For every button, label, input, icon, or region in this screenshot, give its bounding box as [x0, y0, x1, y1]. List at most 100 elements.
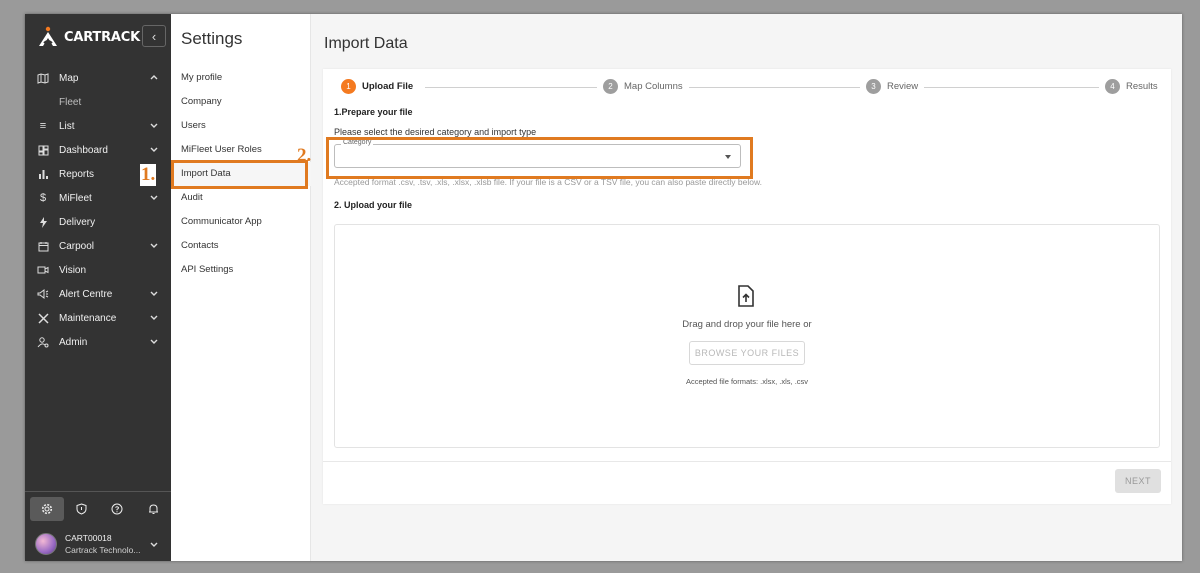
avatar: [35, 533, 57, 555]
step-map-columns: 2 Map Columns: [597, 79, 689, 94]
sidebar-item-label: Carpool: [59, 240, 95, 252]
settings-item-mifleet-user-roles[interactable]: MiFleet User Roles: [171, 138, 311, 162]
step-number: 3: [866, 79, 881, 94]
prepare-title: 1.Prepare your file: [334, 107, 413, 117]
app-window: CARTRACK ‹ Map Fleet ≡ List Dashboard Re…: [25, 14, 1182, 561]
settings-panel: Settings My profile Company Users MiFlee…: [171, 14, 311, 561]
upload-title: 2. Upload your file: [334, 200, 413, 210]
step-number: 2: [603, 79, 618, 94]
shield-icon: [76, 503, 87, 515]
chevron-down-icon: [150, 195, 158, 200]
browse-files-button[interactable]: BROWSE YOUR FILES: [689, 341, 805, 365]
admin-icon: [37, 336, 49, 348]
bar-chart-icon: [37, 168, 49, 180]
file-upload-icon: [738, 285, 754, 307]
annotation-box-2: [326, 137, 753, 179]
sidebar-item-maintenance[interactable]: Maintenance: [25, 306, 171, 330]
list-icon: ≡: [39, 120, 47, 132]
instruction-text: Please select the desired category and i…: [334, 127, 537, 137]
step-upload-file: 1 Upload File: [341, 79, 420, 94]
user-menu[interactable]: CART00018 Cartrack Technolo...: [25, 526, 171, 561]
user-id: CART00018: [65, 533, 112, 543]
chevron-down-icon: [150, 243, 158, 248]
sidebar-item-list[interactable]: ≡ List: [25, 114, 171, 138]
step-connector: [425, 87, 610, 88]
help-icon: [111, 503, 123, 515]
settings-title: Settings: [181, 29, 243, 48]
settings-item-contacts[interactable]: Contacts: [171, 234, 311, 258]
step-label: Upload File: [362, 81, 414, 92]
sidebar-item-vision[interactable]: Vision: [25, 258, 171, 282]
step-review: 3 Review: [860, 79, 925, 94]
user-company: Cartrack Technolo...: [65, 545, 141, 555]
chevron-left-icon: ‹: [151, 28, 157, 44]
file-dropzone[interactable]: Drag and drop your file here or BROWSE Y…: [334, 224, 1160, 448]
bell-icon: [148, 504, 158, 514]
sidebar: CARTRACK ‹ Map Fleet ≡ List Dashboard Re…: [25, 14, 171, 561]
step-connector: [689, 87, 875, 88]
sidebar-item-map[interactable]: Map: [25, 66, 171, 90]
sidebar-item-label: Maintenance: [59, 312, 117, 324]
map-icon: [37, 72, 49, 84]
help-button[interactable]: [100, 497, 136, 521]
next-button[interactable]: NEXT: [1115, 469, 1161, 493]
calendar-icon: [37, 240, 49, 252]
settings-item-my-profile[interactable]: My profile: [171, 66, 311, 90]
sidebar-nav: Map Fleet ≡ List Dashboard Reports $ MiF…: [25, 66, 171, 354]
sidebar-item-label: Vision: [59, 264, 87, 276]
dollar-icon: $: [39, 192, 47, 204]
sidebar-item-label: Fleet: [59, 96, 82, 108]
step-label: Map Columns: [624, 81, 683, 92]
megaphone-icon: [37, 288, 49, 300]
settings-item-company[interactable]: Company: [171, 90, 311, 114]
chevron-down-icon: [150, 339, 158, 344]
page-title: Import Data: [324, 35, 408, 52]
settings-item-api-settings[interactable]: API Settings: [171, 258, 311, 282]
step-label: Review: [887, 81, 919, 92]
logo-text: CARTRACK: [64, 29, 140, 45]
sidebar-item-label: List: [59, 120, 75, 132]
settings-item-users[interactable]: Users: [171, 114, 311, 138]
settings-item-audit[interactable]: Audit: [171, 186, 311, 210]
privacy-button[interactable]: [64, 497, 100, 521]
tools-icon: [37, 312, 49, 324]
sidebar-item-label: Map: [59, 72, 79, 84]
dropzone-text: Drag and drop your file here or: [682, 319, 812, 330]
sidebar-item-label: MiFleet: [59, 192, 92, 204]
step-label: Results: [1126, 81, 1158, 92]
sidebar-item-label: Delivery: [59, 216, 96, 228]
import-card: 1 Upload File 2 Map Columns 3 Review 4 R…: [323, 69, 1171, 504]
chevron-up-icon: [150, 75, 158, 80]
step-connector: [923, 87, 1103, 88]
sidebar-item-delivery[interactable]: Delivery: [25, 210, 171, 234]
settings-button[interactable]: [30, 497, 64, 521]
chevron-down-icon: [150, 542, 158, 547]
chevron-down-icon: [150, 291, 158, 296]
sidebar-item-admin[interactable]: Admin: [25, 330, 171, 354]
sidebar-item-fleet[interactable]: Fleet: [25, 90, 171, 114]
sidebar-item-label: Reports: [59, 168, 95, 180]
notifications-button[interactable]: [135, 497, 171, 521]
camera-icon: [37, 264, 49, 276]
main-content: Import Data 1 Upload File 2 Map Columns …: [311, 14, 1182, 561]
step-number: 4: [1105, 79, 1120, 94]
sidebar-item-alert-centre[interactable]: Alert Centre: [25, 282, 171, 306]
sidebar-item-mifleet[interactable]: $ MiFleet: [25, 186, 171, 210]
chevron-down-icon: [150, 147, 158, 152]
sidebar-item-dashboard[interactable]: Dashboard: [25, 138, 171, 162]
chevron-down-icon: [150, 315, 158, 320]
sidebar-collapse-button[interactable]: ‹: [142, 25, 166, 47]
sidebar-item-label: Admin: [59, 336, 88, 348]
annotation-label-2: 2.: [297, 145, 312, 166]
cartrack-logo-icon: [39, 26, 57, 46]
settings-item-communicator-app[interactable]: Communicator App: [171, 210, 311, 234]
card-divider: [323, 461, 1171, 462]
sidebar-item-carpool[interactable]: Carpool: [25, 234, 171, 258]
stepper: 1 Upload File 2 Map Columns 3 Review 4 R…: [339, 79, 1158, 95]
sidebar-item-label: Dashboard: [59, 144, 108, 156]
brand-logo[interactable]: CARTRACK: [37, 24, 140, 50]
bolt-icon: [37, 216, 49, 228]
chevron-down-icon: [150, 123, 158, 128]
accepted-formats-text: Accepted file formats: .xlsx, .xls, .csv: [685, 377, 809, 386]
annotation-box-1: [171, 160, 308, 189]
